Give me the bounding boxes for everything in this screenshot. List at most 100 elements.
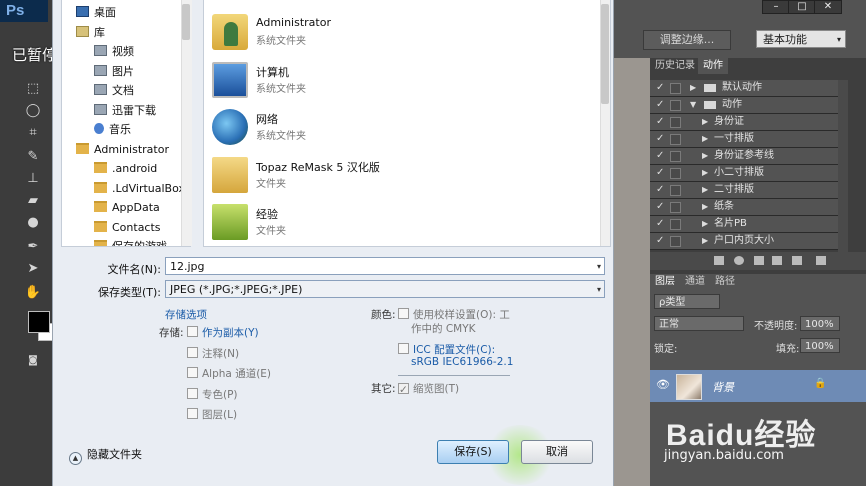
- save-option-checkbox[interactable]: 专色(P): [187, 387, 238, 402]
- check-icon[interactable]: ✓: [656, 182, 666, 198]
- expand-right-icon[interactable]: ▶: [702, 114, 708, 130]
- nav-item[interactable]: AppData: [94, 199, 160, 217]
- delete-icon[interactable]: [816, 256, 826, 265]
- icc-profile-checkbox[interactable]: ICC 配置文件(C):: [398, 342, 495, 357]
- hand-tool-icon[interactable]: ✋: [24, 284, 42, 302]
- save-option-checkbox[interactable]: 注释(N): [187, 346, 239, 361]
- tab-paths[interactable]: 路径: [710, 274, 740, 290]
- new-action-icon[interactable]: [792, 256, 802, 265]
- expand-right-icon[interactable]: ▶: [702, 165, 708, 181]
- proof-setup-checkbox[interactable]: 使用校样设置(O): 工: [398, 307, 510, 322]
- expand-right-icon[interactable]: ▶: [702, 148, 708, 164]
- action-item[interactable]: ✓ ▶ 户口内页大小: [650, 233, 838, 250]
- dialog-toggle[interactable]: [670, 236, 681, 247]
- check-icon[interactable]: ✓: [656, 148, 666, 164]
- action-item[interactable]: ✓ ▶ 纸条: [650, 199, 838, 216]
- check-icon[interactable]: ✓: [656, 80, 666, 96]
- file-item[interactable]: 经验 文件夹: [212, 200, 512, 244]
- save-option-checkbox[interactable]: 图层(L): [187, 407, 237, 422]
- workspace-select[interactable]: 基本功能 ▾: [756, 30, 846, 48]
- dialog-toggle[interactable]: [670, 151, 681, 162]
- check-icon[interactable]: ✓: [656, 165, 666, 181]
- dialog-toggle[interactable]: [670, 100, 681, 111]
- save-option-checkbox[interactable]: Alpha 通道(E): [187, 366, 271, 381]
- file-item[interactable]: 网络 系统文件夹: [212, 105, 512, 149]
- action-item[interactable]: ✓ ▶ 默认动作: [650, 80, 838, 97]
- blur-tool-icon[interactable]: ●: [24, 214, 42, 232]
- action-item[interactable]: ✓ ▶ 名片PB: [650, 216, 838, 233]
- dialog-toggle[interactable]: [670, 219, 681, 230]
- eye-icon[interactable]: 👁: [656, 378, 670, 391]
- layer-row-background[interactable]: 👁 背景 🔒: [650, 370, 866, 402]
- file-item[interactable]: 计算机 系统文件夹: [212, 58, 512, 102]
- checkbox[interactable]: [187, 367, 198, 378]
- quick-mask-icon[interactable]: ◙: [24, 352, 42, 370]
- file-list-scroll-thumb[interactable]: [601, 4, 609, 104]
- blend-mode-select[interactable]: 正常: [654, 316, 744, 331]
- nav-item[interactable]: 视频: [94, 43, 134, 61]
- checkbox[interactable]: [187, 387, 198, 399]
- check-icon[interactable]: ✓: [656, 199, 666, 215]
- nav-item[interactable]: 保存的游戏: [94, 238, 167, 246]
- nav-item[interactable]: 文档: [94, 82, 134, 100]
- canvas-area[interactable]: [612, 58, 650, 486]
- check-icon[interactable]: ✓: [656, 216, 666, 232]
- expand-right-icon[interactable]: ▶: [702, 131, 708, 147]
- nav-item[interactable]: 音乐: [94, 121, 131, 139]
- tab-channels[interactable]: 通道: [680, 274, 710, 290]
- close-button[interactable]: ✕: [814, 0, 842, 14]
- stop-icon[interactable]: [714, 256, 724, 265]
- nav-item[interactable]: 桌面: [76, 4, 116, 22]
- opacity-input[interactable]: 100%: [800, 316, 840, 331]
- nav-item[interactable]: 库: [76, 24, 105, 42]
- dialog-toggle[interactable]: [670, 185, 681, 196]
- dialog-toggle[interactable]: [670, 134, 681, 145]
- dialog-toggle[interactable]: [670, 202, 681, 213]
- expand-right-icon[interactable]: ▶: [690, 80, 696, 96]
- expand-right-icon[interactable]: ▶: [702, 216, 708, 232]
- cancel-button[interactable]: 取消: [521, 440, 593, 464]
- action-item[interactable]: ✓ ▶ 身份证: [650, 114, 838, 131]
- maximize-button[interactable]: □: [788, 0, 816, 14]
- actions-scrollbar[interactable]: [838, 80, 848, 252]
- filetype-select[interactable]: JPEG (*.JPG;*.JPEG;*.JPE) ▾: [165, 280, 605, 298]
- pen-tool-icon[interactable]: ✒: [24, 238, 42, 256]
- action-item[interactable]: ✓ ▶ 一寸排版: [650, 131, 838, 148]
- nav-item[interactable]: Administrator: [76, 141, 169, 159]
- check-icon[interactable]: ✓: [656, 233, 666, 249]
- nav-item[interactable]: .LdVirtualBox: [94, 180, 185, 198]
- save-option-checkbox[interactable]: 作为副本(Y): [187, 325, 259, 340]
- eraser-tool-icon[interactable]: ▰: [24, 192, 42, 210]
- nav-item[interactable]: .android: [94, 160, 157, 178]
- expand-right-icon[interactable]: ▶: [702, 199, 708, 215]
- checkbox[interactable]: [187, 346, 198, 358]
- selection-tool-icon[interactable]: ➤: [24, 260, 42, 278]
- tab-layers[interactable]: 图层: [650, 274, 680, 290]
- play-icon[interactable]: [754, 256, 764, 265]
- thumbnail-checkbox[interactable]: ✓ 缩览图(T): [398, 381, 459, 396]
- fill-input[interactable]: 100%: [800, 338, 840, 353]
- action-item[interactable]: ✓ ▼ 动作: [650, 97, 838, 114]
- expand-right-icon[interactable]: ▶: [702, 233, 708, 249]
- marquee-tool-icon[interactable]: ⬚: [24, 80, 42, 98]
- minimize-button[interactable]: –: [762, 0, 790, 14]
- tab-actions[interactable]: 动作: [698, 58, 728, 74]
- crop-tool-icon[interactable]: ⌗: [24, 124, 42, 142]
- action-item[interactable]: ✓ ▶ 小二寸排版: [650, 165, 838, 182]
- check-icon[interactable]: ✓: [656, 97, 666, 113]
- new-set-icon[interactable]: [772, 256, 782, 265]
- save-button[interactable]: 保存(S): [437, 440, 509, 464]
- nav-item[interactable]: 迅雷下载: [94, 102, 156, 120]
- dialog-toggle[interactable]: [670, 168, 681, 179]
- action-item[interactable]: ✓ ▶ 身份证参考线: [650, 148, 838, 165]
- tab-history[interactable]: 历史记录: [650, 58, 700, 74]
- foreground-color-swatch[interactable]: [28, 311, 50, 333]
- navigation-scroll-thumb[interactable]: [182, 4, 190, 40]
- action-item[interactable]: ✓ ▶ 二寸排版: [650, 182, 838, 199]
- layer-filter-select[interactable]: ρ类型: [654, 294, 720, 309]
- expand-right-icon[interactable]: ▶: [702, 182, 708, 198]
- checkbox[interactable]: [187, 408, 198, 419]
- check-icon[interactable]: ✓: [656, 131, 666, 147]
- file-item[interactable]: Topaz ReMask 5 汉化版 文件夹: [212, 153, 512, 197]
- dialog-toggle[interactable]: [670, 83, 681, 94]
